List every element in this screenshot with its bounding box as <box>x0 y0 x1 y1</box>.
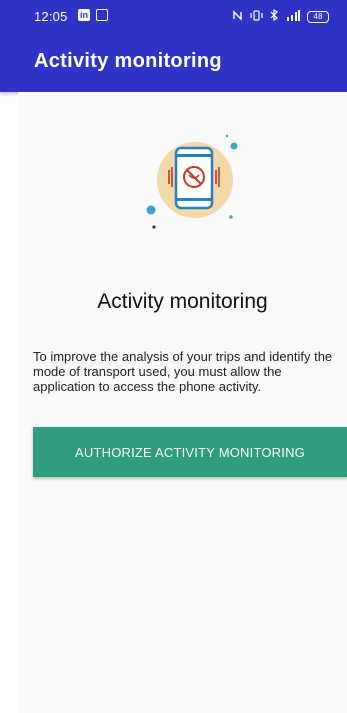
signal-icon <box>286 9 300 24</box>
vibrate-icon <box>250 9 263 24</box>
permission-description: To improve the analysis of your trips an… <box>33 349 333 394</box>
battery-icon: 48 <box>307 10 329 23</box>
nfc-icon <box>232 9 243 24</box>
phone-screen: 12:05 in 48 Activity monitoring Activity… <box>0 0 347 713</box>
status-system-icons: 48 <box>232 8 329 24</box>
app-bar-title: Activity monitoring <box>34 50 222 72</box>
status-bar: 12:05 in 48 <box>0 0 347 34</box>
page-heading: Activity monitoring <box>97 290 268 313</box>
status-time: 12:05 <box>34 9 68 24</box>
status-notification-icons: in <box>78 9 108 21</box>
message-icon <box>96 9 108 21</box>
phone-activity-blocked-icon <box>138 124 258 244</box>
bluetooth-icon <box>270 8 279 24</box>
app-bar: Activity monitoring <box>0 34 347 92</box>
main-content: Activity monitoring To improve the analy… <box>18 92 347 713</box>
linkedin-icon: in <box>78 9 90 21</box>
authorize-activity-monitoring-button[interactable]: AUTHORIZE ACTIVITY MONITORING <box>33 427 347 477</box>
